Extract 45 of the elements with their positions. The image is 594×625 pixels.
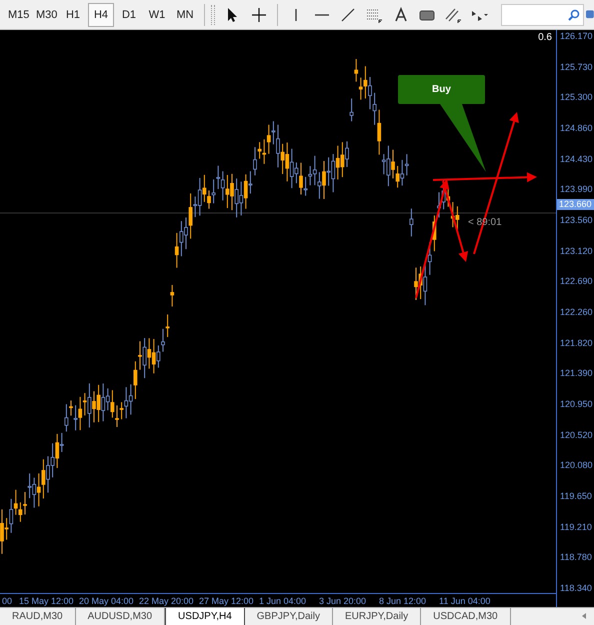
time-tick-label: 3 Jun 20:00 bbox=[318, 596, 368, 606]
price-tick-label: 121.820 bbox=[559, 336, 594, 349]
price-tick-label: 118.340 bbox=[559, 582, 593, 594]
time-tick-label: 22 May 20:00 bbox=[138, 596, 195, 606]
timeframe-button[interactable]: H4 bbox=[88, 2, 114, 26]
chart-tab[interactable]: USDJPY,H4 bbox=[165, 608, 245, 625]
time-tick-label: 27 May 12:00 bbox=[198, 596, 255, 606]
buy-callout: Buy bbox=[398, 75, 485, 104]
price-tick-label: 123.120 bbox=[559, 244, 594, 257]
price-tick-label: 123.990 bbox=[559, 183, 594, 196]
price-tick-label: 120.080 bbox=[559, 459, 594, 472]
timeframe-button[interactable]: W1 bbox=[144, 2, 170, 26]
price-tick-label: 118.780 bbox=[559, 551, 593, 564]
timeframe-button[interactable]: M30 bbox=[32, 2, 58, 26]
time-tick-label: 1 Jun 04:00 bbox=[258, 596, 308, 606]
callout-pointer bbox=[440, 104, 486, 172]
candlestick bbox=[170, 284, 174, 307]
price-tick-label: 126.170 bbox=[559, 30, 594, 42]
price-tick-label: 125.300 bbox=[559, 91, 594, 104]
search-field[interactable] bbox=[501, 4, 584, 26]
time-tick-label: 00 bbox=[1, 596, 14, 606]
price-tick-label: 124.430 bbox=[559, 152, 594, 165]
current-price-label: 123.660 bbox=[557, 199, 594, 210]
price-tick-label: 125.730 bbox=[559, 60, 594, 73]
time-tick-label: 20 May 04:00 bbox=[78, 596, 135, 606]
candlestick bbox=[410, 208, 414, 237]
time-tick-label: 15 May 12:00 bbox=[18, 596, 75, 606]
price-tick-label: 119.650 bbox=[559, 490, 593, 502]
timeframe-button[interactable]: D1 bbox=[116, 2, 142, 26]
price-tick-label: 121.390 bbox=[559, 367, 594, 380]
price-tick-label: 124.860 bbox=[559, 122, 594, 134]
price-tick-label: 122.690 bbox=[559, 275, 594, 288]
search-icon bbox=[568, 8, 580, 20]
time-tick-label: 11 Jun 04:00 bbox=[438, 596, 492, 606]
timeframe-button[interactable]: M15 bbox=[4, 2, 30, 26]
time-tick-label: 8 Jun 12:00 bbox=[378, 596, 428, 606]
corner-value: 0.6 bbox=[538, 32, 552, 43]
price-tick-label: 123.560 bbox=[559, 214, 594, 226]
price-tick-label: 120.950 bbox=[559, 398, 594, 410]
candlestick bbox=[350, 98, 354, 122]
timeframe-button[interactable]: H1 bbox=[60, 2, 86, 26]
price-tick-label: 120.520 bbox=[559, 428, 594, 441]
price-tick-label: 122.260 bbox=[559, 306, 594, 318]
price-tick-label: 119.210 bbox=[559, 520, 593, 532]
timeframe-button[interactable]: MN bbox=[172, 2, 198, 26]
